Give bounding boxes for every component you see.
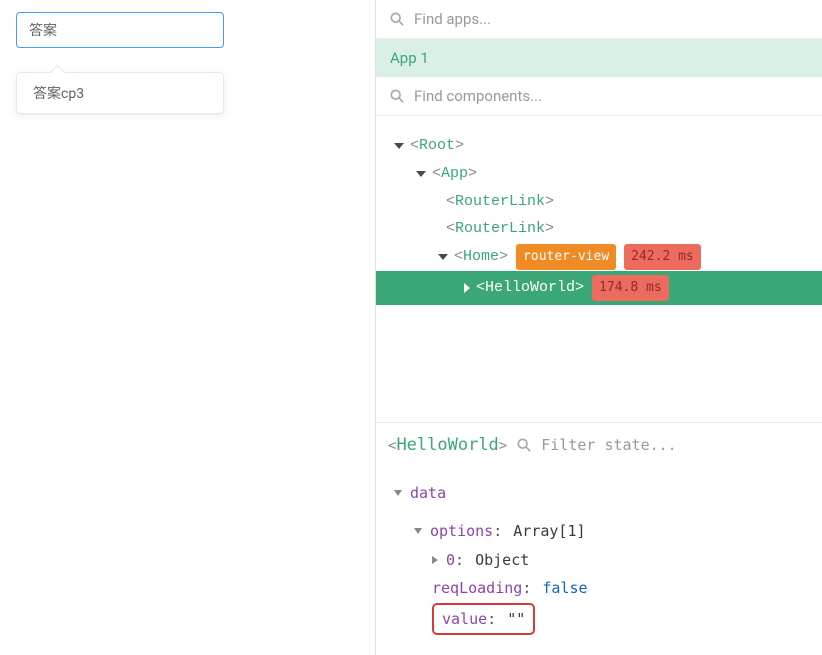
state-header: <HelloWorld> Filter state... [376, 422, 822, 467]
find-apps-placeholder: Find apps... [414, 10, 491, 28]
tree-node-app[interactable]: <App> [386, 160, 812, 188]
timing-badge: 242.2 ms [624, 244, 701, 270]
select-input[interactable]: 答案 [16, 12, 224, 48]
chevron-down-icon [394, 490, 402, 496]
state-section-label: data [410, 479, 446, 508]
tree-node-label: HelloWorld [485, 274, 575, 302]
state-value: Array[1] [513, 517, 585, 546]
select-value: 答案 [29, 20, 57, 40]
selected-component-name: <HelloWorld> [388, 435, 507, 455]
highlighted-value-box: value: "" [432, 603, 535, 636]
app-label: App 1 [390, 49, 429, 67]
select-dropdown: 答案cp3 [16, 72, 224, 114]
state-key: 0 [446, 546, 455, 575]
tree-node-routerlink-2[interactable]: <RouterLink> [386, 215, 812, 243]
chevron-right-icon [464, 283, 470, 293]
find-components-row[interactable]: Find components... [376, 77, 822, 116]
router-view-badge: router-view [516, 244, 616, 270]
search-icon [390, 89, 404, 103]
state-value: Object [475, 546, 529, 575]
state-key: options [430, 517, 493, 546]
dropdown-option[interactable]: 答案cp3 [17, 73, 223, 113]
state-prop-options[interactable]: options: Array[1] [390, 517, 808, 546]
tree-spacer [376, 325, 822, 422]
search-icon [390, 12, 404, 26]
state-prop-reqloading[interactable]: reqLoading: false [390, 574, 808, 603]
dropdown-option-label: 答案cp3 [33, 86, 84, 102]
tree-node-label: Root [419, 132, 455, 160]
chevron-down-icon [416, 171, 426, 177]
chevron-down-icon [438, 254, 448, 260]
tree-node-helloworld[interactable]: <HelloWorld> 174.8 ms [376, 271, 822, 305]
chevron-right-icon [432, 556, 438, 564]
chevron-down-icon [414, 528, 422, 534]
tree-node-label: RouterLink [455, 188, 545, 216]
filter-state-placeholder[interactable]: Filter state... [541, 436, 676, 454]
tree-node-label: Home [463, 243, 499, 271]
tree-node-label: RouterLink [455, 215, 545, 243]
devtools-panel: Find apps... App 1 Find components... <R… [376, 0, 822, 655]
search-icon [517, 438, 531, 452]
state-inspector: data options: Array[1] 0: Object reqLoad… [376, 467, 822, 655]
state-key: reqLoading [432, 574, 522, 603]
state-prop-value[interactable]: value: "" [390, 603, 808, 636]
state-value: false [542, 574, 587, 603]
tree-node-routerlink-1[interactable]: <RouterLink> [386, 188, 812, 216]
tree-node-home[interactable]: <Home> router-view 242.2 ms [386, 243, 812, 271]
state-value: "" [507, 605, 525, 634]
timing-badge: 174.8 ms [592, 275, 669, 301]
app-list-item[interactable]: App 1 [376, 39, 822, 77]
state-section-data[interactable]: data [390, 479, 808, 508]
chevron-down-icon [394, 143, 404, 149]
state-prop-options-0[interactable]: 0: Object [390, 546, 808, 575]
tree-node-root[interactable]: <Root> [386, 132, 812, 160]
find-apps-row[interactable]: Find apps... [376, 0, 822, 39]
app-preview-panel: 答案 答案cp3 [0, 0, 375, 655]
tree-node-label: App [441, 160, 468, 188]
find-components-placeholder: Find components... [414, 87, 542, 105]
state-key: value [442, 605, 487, 634]
component-tree: <Root> <App> <RouterLink> <RouterLink> <… [376, 116, 822, 325]
